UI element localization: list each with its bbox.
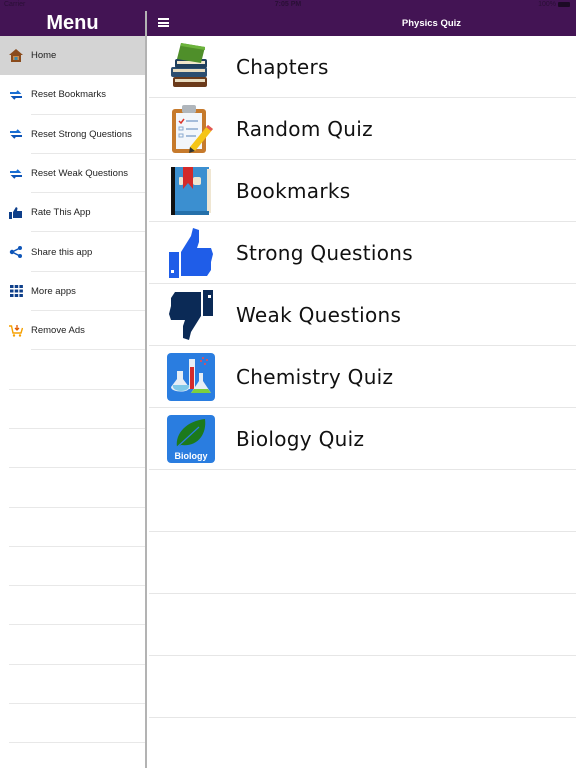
list-item-label: Chapters xyxy=(236,55,329,79)
list-item-strong-questions[interactable]: Strong Questions xyxy=(147,222,576,284)
empty-row xyxy=(0,704,145,744)
empty-row xyxy=(0,350,145,390)
empty-row xyxy=(147,594,576,656)
status-bar: Carrier 7:05 PM 100% xyxy=(0,0,576,11)
sidebar-item-label: Reset Strong Questions xyxy=(31,128,132,140)
list-item-weak-questions[interactable]: Weak Questions xyxy=(147,284,576,346)
list-item-label: Chemistry Quiz xyxy=(236,365,394,389)
quiz-menu-list: Chapters Random Quiz Bookmarks Strong Qu… xyxy=(147,36,576,718)
sidebar-item-label: Remove Ads xyxy=(31,325,85,337)
sidebar-title: Menu xyxy=(46,12,99,34)
empty-row xyxy=(0,586,145,626)
empty-row xyxy=(0,625,145,665)
list-item-label: Bookmarks xyxy=(236,179,351,203)
battery-indicator: 100% xyxy=(538,1,570,8)
reset-arrows-icon xyxy=(8,126,24,142)
separator xyxy=(9,742,145,744)
empty-row xyxy=(147,656,576,718)
thumbs-up-icon xyxy=(166,228,216,278)
sidebar-list: Home Reset Bookmarks Reset Strong Questi… xyxy=(0,36,145,744)
sidebar-divider xyxy=(145,0,147,768)
sidebar-item-reset-weak-questions[interactable]: Reset Weak Questions xyxy=(0,154,145,194)
empty-row xyxy=(0,508,145,547)
list-item-label: Biology Quiz xyxy=(236,427,365,451)
sidebar-item-reset-bookmarks[interactable]: Reset Bookmarks xyxy=(0,75,145,115)
sidebar-item-share-app[interactable]: Share this app xyxy=(0,232,145,272)
thumbs-up-icon xyxy=(8,205,24,221)
empty-row xyxy=(0,429,145,469)
list-item-bookmarks[interactable]: Bookmarks xyxy=(147,160,576,222)
reset-arrows-icon xyxy=(8,166,24,182)
clipboard-pencil-icon xyxy=(166,104,216,154)
sidebar-item-rate-app[interactable]: Rate This App xyxy=(0,193,145,233)
status-time: 7:05 PM xyxy=(274,1,302,8)
list-item-chapters[interactable]: Chapters xyxy=(147,36,576,98)
separator xyxy=(149,717,576,718)
sidebar-item-label: Reset Bookmarks xyxy=(31,89,106,101)
empty-row xyxy=(0,390,145,429)
books-icon xyxy=(166,42,216,92)
sidebar-menu: Menu Home Reset Bookmarks Reset Strong Q… xyxy=(0,0,145,768)
empty-row xyxy=(0,665,145,705)
biology-badge-text: Biology xyxy=(175,451,208,461)
empty-row xyxy=(0,468,145,508)
sidebar-item-more-apps[interactable]: More apps xyxy=(0,272,145,312)
empty-row xyxy=(147,532,576,594)
list-item-random-quiz[interactable]: Random Quiz xyxy=(147,98,576,160)
page-title: Physics Quiz xyxy=(401,18,462,29)
list-item-label: Random Quiz xyxy=(236,117,373,141)
list-item-chemistry-quiz[interactable]: Chemistry Quiz xyxy=(147,346,576,408)
sidebar-item-label: Share this app xyxy=(31,246,93,258)
reset-arrows-icon xyxy=(8,87,24,103)
empty-row xyxy=(147,470,576,532)
sidebar-item-reset-strong-questions[interactable]: Reset Strong Questions xyxy=(0,115,145,154)
bookmark-book-icon xyxy=(166,166,216,216)
sidebar-item-label: More apps xyxy=(31,285,76,297)
list-item-label: Strong Questions xyxy=(236,241,413,265)
grid-icon xyxy=(8,283,24,299)
sidebar-item-home[interactable]: Home xyxy=(0,36,145,76)
list-item-label: Weak Questions xyxy=(236,303,402,327)
flasks-icon xyxy=(166,352,216,402)
sidebar-item-label: Rate This App xyxy=(31,207,91,219)
cart-icon xyxy=(8,323,24,339)
leaf-icon: Biology xyxy=(166,414,216,464)
list-item-biology-quiz[interactable]: Biology Biology Quiz xyxy=(147,408,576,470)
battery-percent: 100% xyxy=(538,1,556,8)
sidebar-item-remove-ads[interactable]: Remove Ads xyxy=(0,311,145,351)
share-icon xyxy=(8,244,24,260)
sidebar-item-label: Home xyxy=(31,50,57,62)
thumbs-down-icon xyxy=(166,290,216,340)
empty-row xyxy=(0,547,145,587)
battery-icon xyxy=(558,2,570,7)
home-icon xyxy=(8,48,24,64)
sidebar-item-label: Reset Weak Questions xyxy=(31,168,128,180)
